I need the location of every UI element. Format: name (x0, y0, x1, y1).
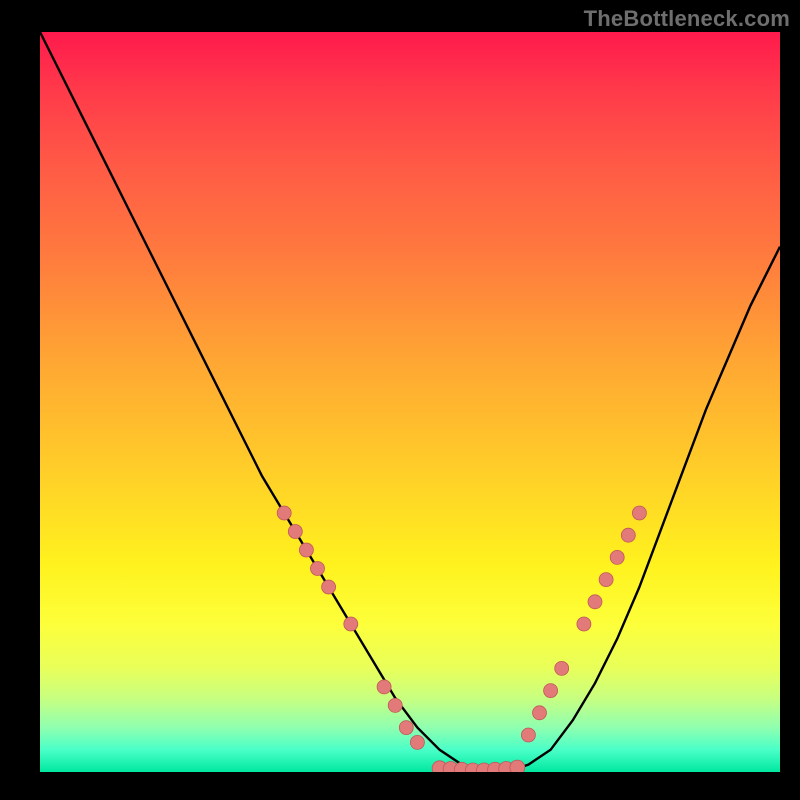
data-marker (610, 550, 624, 564)
data-marker (544, 684, 558, 698)
data-marker (410, 735, 424, 749)
data-marker (599, 573, 613, 587)
data-marker (588, 595, 602, 609)
v-curve (40, 32, 780, 772)
data-marker (621, 528, 635, 542)
data-marker (322, 580, 336, 594)
data-marker (288, 525, 302, 539)
chart-plot-area (40, 32, 780, 772)
data-marker (399, 721, 413, 735)
data-marker (377, 680, 391, 694)
data-marker (299, 543, 313, 557)
chart-svg (40, 32, 780, 772)
data-marker (533, 706, 547, 720)
data-marker (521, 728, 535, 742)
outer-frame: TheBottleneck.com (0, 0, 800, 800)
data-marker (510, 760, 525, 772)
data-marker (344, 617, 358, 631)
data-marker (577, 617, 591, 631)
data-marker (388, 698, 402, 712)
data-marker (555, 661, 569, 675)
data-markers (277, 506, 646, 772)
data-marker (632, 506, 646, 520)
data-marker (311, 562, 325, 576)
data-marker (277, 506, 291, 520)
watermark-text: TheBottleneck.com (584, 6, 790, 32)
